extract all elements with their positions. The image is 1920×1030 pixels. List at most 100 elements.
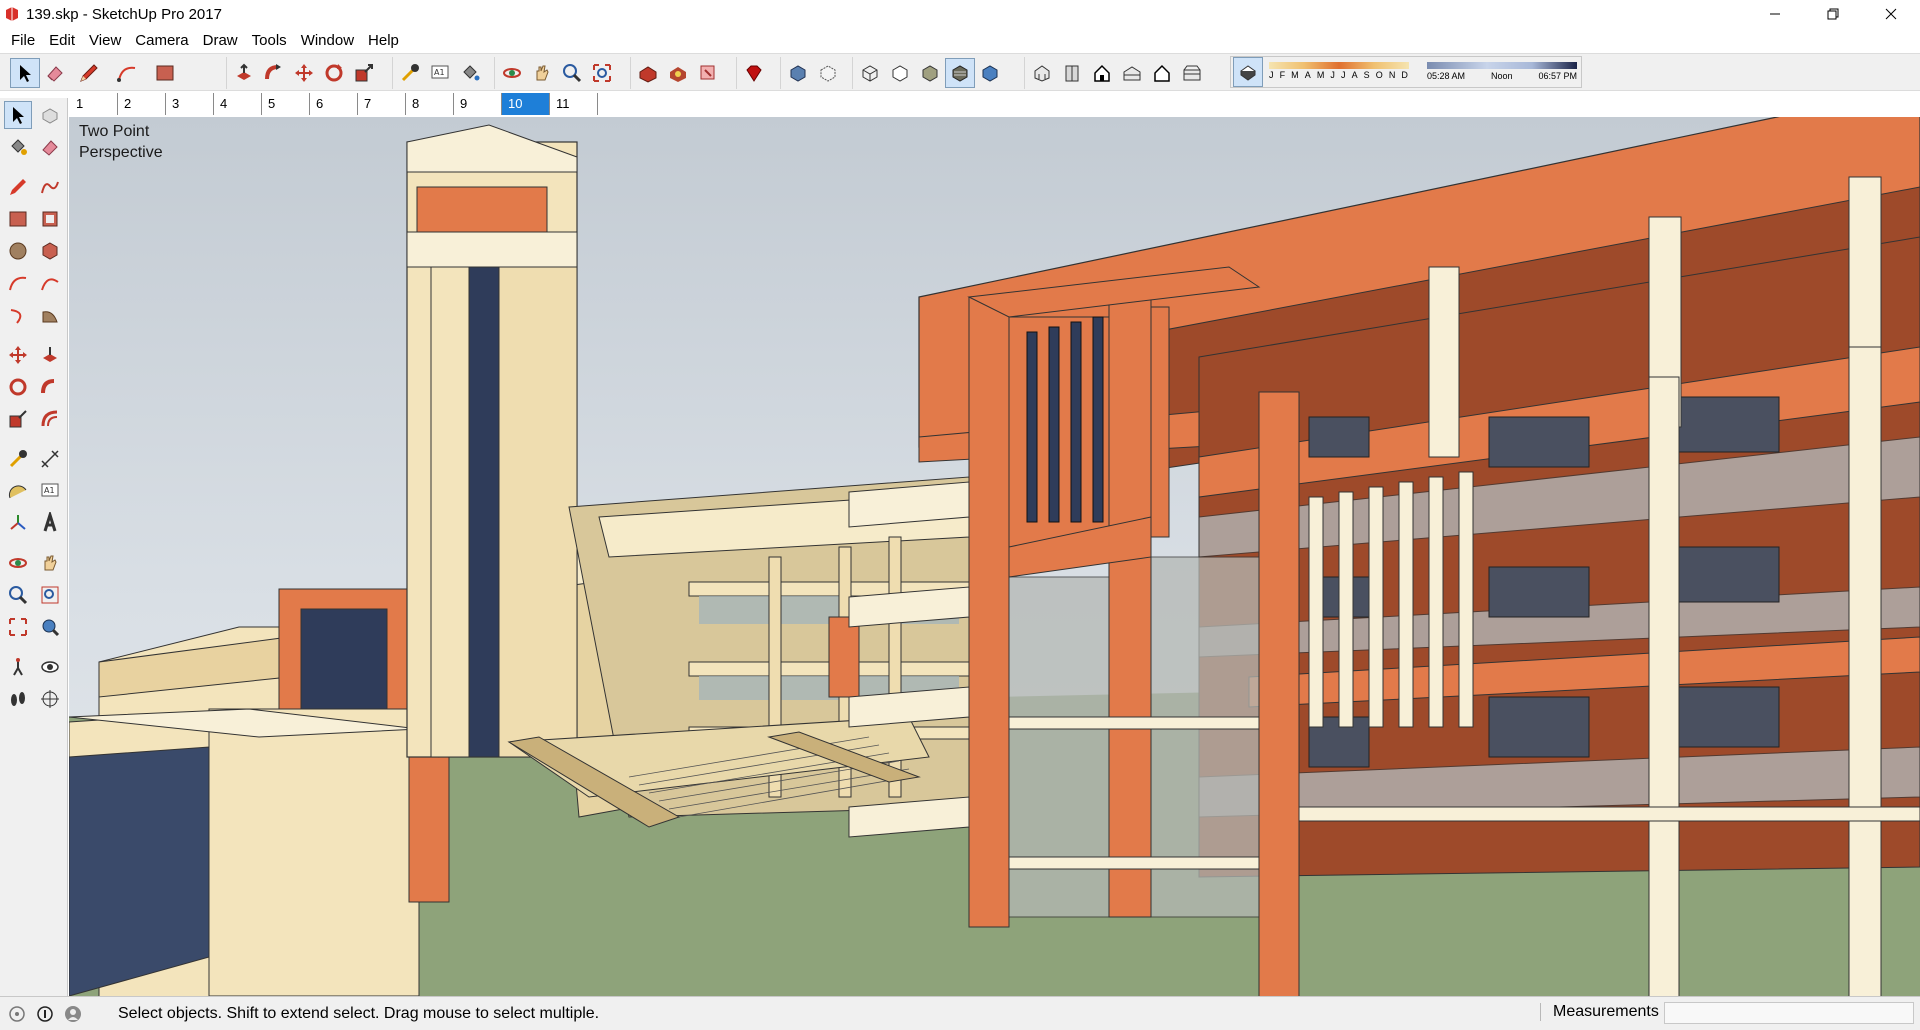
- shadow-toggle-icon[interactable]: [1233, 57, 1263, 87]
- month-slider[interactable]: J F M A M J J A S O N D: [1269, 59, 1409, 85]
- hidden-line-icon[interactable]: [885, 58, 915, 88]
- measurements-input[interactable]: [1664, 1002, 1914, 1024]
- scene-tab-4[interactable]: 4: [214, 93, 262, 115]
- orbit-icon[interactable]: [4, 549, 32, 577]
- two-point-arc-icon[interactable]: [36, 269, 64, 297]
- position-camera-icon[interactable]: [4, 653, 32, 681]
- menu-view[interactable]: View: [82, 30, 128, 51]
- polygon-icon[interactable]: [36, 237, 64, 265]
- menu-help[interactable]: Help: [361, 30, 406, 51]
- zoom-extents-icon[interactable]: [4, 613, 32, 641]
- geo-location-icon[interactable]: [6, 1003, 28, 1025]
- scene-tab-7[interactable]: 7: [358, 93, 406, 115]
- pencil-icon[interactable]: [70, 58, 108, 88]
- scale-icon[interactable]: [4, 405, 32, 433]
- monochrome-icon[interactable]: [975, 58, 1005, 88]
- circle-icon[interactable]: [4, 237, 32, 265]
- zoom-window-icon[interactable]: [36, 581, 64, 609]
- right-view-icon[interactable]: [1117, 58, 1147, 88]
- protractor-icon[interactable]: [4, 477, 32, 505]
- scene-tab-11[interactable]: 11: [550, 93, 598, 115]
- wireframe-icon[interactable]: [855, 58, 885, 88]
- rectangle-icon[interactable]: [146, 58, 184, 88]
- orbit-icon[interactable]: [497, 58, 527, 88]
- back-edges-icon[interactable]: [813, 58, 843, 88]
- pan-icon[interactable]: [527, 58, 557, 88]
- tape-measure-icon[interactable]: [395, 58, 425, 88]
- paint-bucket-icon[interactable]: [4, 133, 32, 161]
- user-icon[interactable]: [62, 1003, 84, 1025]
- text-icon[interactable]: A1: [425, 58, 455, 88]
- shaded-icon[interactable]: [915, 58, 945, 88]
- 3d-text-icon[interactable]: [36, 509, 64, 537]
- zoom-icon[interactable]: [557, 58, 587, 88]
- scene-tab-5[interactable]: 5: [262, 93, 310, 115]
- scene-tab-3[interactable]: 3: [166, 93, 214, 115]
- menu-camera[interactable]: Camera: [128, 30, 195, 51]
- section-plane-icon[interactable]: [36, 685, 64, 713]
- eraser-icon[interactable]: [40, 58, 70, 88]
- move-icon[interactable]: [4, 341, 32, 369]
- scene-tab-6[interactable]: 6: [310, 93, 358, 115]
- eraser-icon[interactable]: [36, 133, 64, 161]
- line-icon[interactable]: [4, 173, 32, 201]
- drawing-viewport[interactable]: Two Point Perspective: [69, 117, 1920, 996]
- rectangle-icon[interactable]: [4, 205, 32, 233]
- scale-icon[interactable]: [349, 58, 379, 88]
- followme-icon[interactable]: [259, 58, 289, 88]
- arc-icon[interactable]: [4, 269, 32, 297]
- pan-icon[interactable]: [36, 549, 64, 577]
- credits-icon[interactable]: [34, 1003, 56, 1025]
- scene-tab-2[interactable]: 2: [118, 93, 166, 115]
- scene-tab-8[interactable]: 8: [406, 93, 454, 115]
- zoom-icon[interactable]: [4, 581, 32, 609]
- rotate-icon[interactable]: [319, 58, 349, 88]
- rotated-rectangle-icon[interactable]: [36, 205, 64, 233]
- time-slider[interactable]: 05:28 AM Noon 06:57 PM: [1427, 59, 1577, 85]
- minimize-icon[interactable]: [1746, 0, 1804, 28]
- iso-view-icon[interactable]: [1027, 58, 1057, 88]
- back-view-icon[interactable]: [1147, 58, 1177, 88]
- scene-tab-10[interactable]: 10: [502, 93, 550, 115]
- paint-bucket-icon[interactable]: [455, 58, 485, 88]
- scene-tab-1[interactable]: 1: [70, 93, 118, 115]
- dimension-icon[interactable]: [36, 445, 64, 473]
- walk-icon[interactable]: [4, 685, 32, 713]
- arc-icon[interactable]: [108, 58, 146, 88]
- pushpull-icon[interactable]: [36, 341, 64, 369]
- front-view-icon[interactable]: [1087, 58, 1117, 88]
- restore-icon[interactable]: [1804, 0, 1862, 28]
- xray-icon[interactable]: [783, 58, 813, 88]
- menu-edit[interactable]: Edit: [42, 30, 82, 51]
- menu-tools[interactable]: Tools: [245, 30, 294, 51]
- axes-icon[interactable]: [4, 509, 32, 537]
- left-view-icon[interactable]: [1177, 58, 1207, 88]
- followme-icon[interactable]: [36, 373, 64, 401]
- previous-view-icon[interactable]: [36, 613, 64, 641]
- ruby-icon[interactable]: [739, 58, 769, 88]
- freehand-icon[interactable]: [36, 173, 64, 201]
- offset-icon[interactable]: [36, 405, 64, 433]
- tape-measure-icon[interactable]: [4, 445, 32, 473]
- look-around-icon[interactable]: [36, 653, 64, 681]
- shaded-textures-icon[interactable]: [945, 58, 975, 88]
- scene-tab-9[interactable]: 9: [454, 93, 502, 115]
- select-icon[interactable]: [10, 58, 40, 88]
- pie-icon[interactable]: [36, 301, 64, 329]
- extension-warehouse-icon[interactable]: [663, 58, 693, 88]
- menu-window[interactable]: Window: [294, 30, 361, 51]
- select-icon[interactable]: [4, 101, 32, 129]
- text-icon[interactable]: A1: [36, 477, 64, 505]
- top-view-icon[interactable]: [1057, 58, 1087, 88]
- layout-icon[interactable]: [693, 58, 723, 88]
- move-icon[interactable]: [289, 58, 319, 88]
- three-point-arc-icon[interactable]: [4, 301, 32, 329]
- pushpull-icon[interactable]: [229, 58, 259, 88]
- rotate-icon[interactable]: [4, 373, 32, 401]
- menu-draw[interactable]: Draw: [196, 30, 245, 51]
- zoom-extents-icon[interactable]: [587, 58, 617, 88]
- 3d-warehouse-icon[interactable]: [633, 58, 663, 88]
- close-icon[interactable]: [1862, 0, 1920, 28]
- menu-file[interactable]: File: [4, 30, 42, 51]
- make-component-icon[interactable]: [36, 101, 64, 129]
